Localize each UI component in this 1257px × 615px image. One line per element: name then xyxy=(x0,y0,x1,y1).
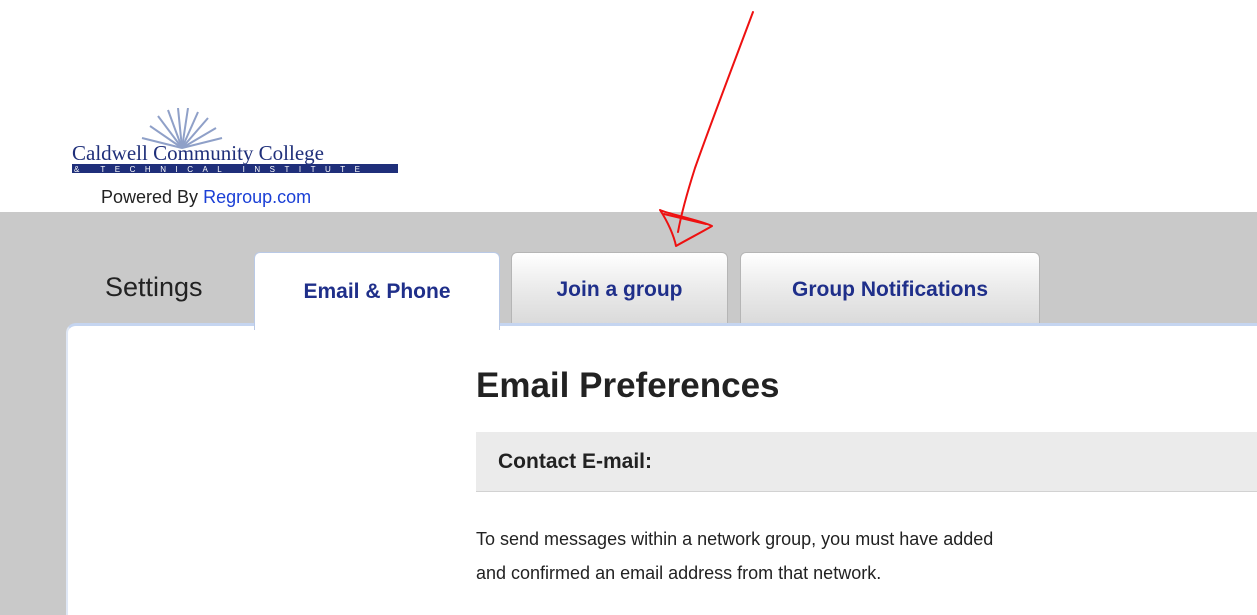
college-name-text: Caldwell Community College xyxy=(72,141,324,165)
page-heading: Email Preferences xyxy=(476,366,780,405)
section-title: Contact E-mail: xyxy=(498,450,653,473)
description-line-1: To send messages within a network group,… xyxy=(476,529,994,549)
settings-title: Settings xyxy=(105,272,203,302)
email-description: To send messages within a network group,… xyxy=(476,522,1236,590)
tab-email-phone[interactable]: Email & Phone xyxy=(254,252,500,330)
college-logo[interactable]: Caldwell Community College & TECHNICAL I… xyxy=(72,108,402,178)
institute-text: & TECHNICAL INSTITUTE xyxy=(74,165,370,174)
description-line-2: and confirmed an email address from that… xyxy=(476,563,882,583)
tab-join-group[interactable]: Join a group xyxy=(511,252,728,326)
powered-prefix: Powered By xyxy=(101,187,199,207)
sunburst-logo-icon: Caldwell Community College & TECHNICAL I… xyxy=(72,108,398,174)
page: Caldwell Community College & TECHNICAL I… xyxy=(0,0,1257,615)
contact-email-section: Contact E-mail: xyxy=(476,432,1257,492)
powered-by: Powered By Regroup.com xyxy=(101,187,311,208)
regroup-link[interactable]: Regroup.com xyxy=(203,187,311,207)
tab-group-notifications[interactable]: Group Notifications xyxy=(740,252,1040,326)
